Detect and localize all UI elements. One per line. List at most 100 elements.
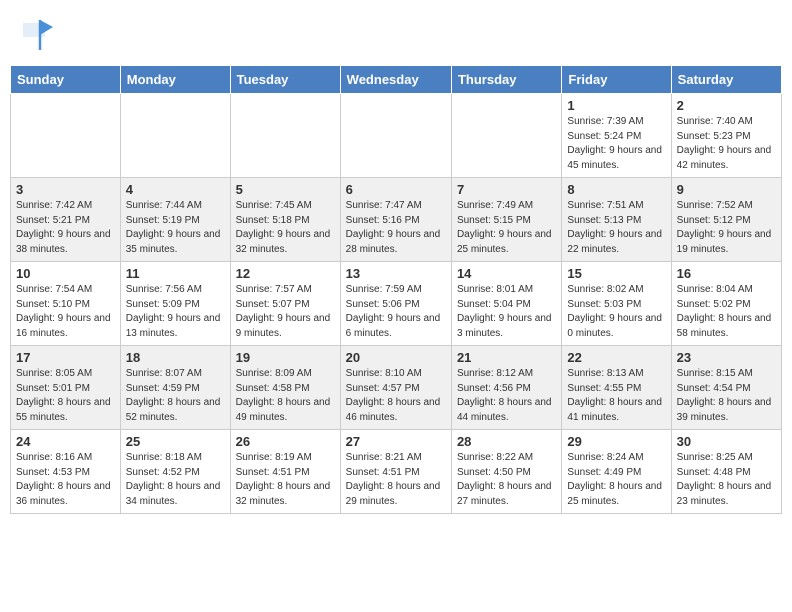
calendar-day-22: 22 Sunrise: 8:13 AM Sunset: 4:55 PM Dayli… — [562, 346, 671, 430]
day-info: Sunrise: 8:10 AM Sunset: 4:57 PM Dayligh… — [346, 367, 446, 425]
calendar-week-row: 17 Sunrise: 8:05 AM Sunset: 5:01 PM Dayli… — [11, 346, 782, 430]
calendar-empty-cell — [340, 94, 451, 178]
calendar-day-17: 17 Sunrise: 8:05 AM Sunset: 5:01 PM Dayli… — [11, 346, 121, 430]
calendar-day-2: 2 Sunrise: 7:40 AM Sunset: 5:23 PM Daylig… — [671, 94, 781, 178]
day-number: 7 — [457, 182, 556, 197]
day-number: 16 — [677, 266, 776, 281]
calendar-day-18: 18Sunrise: 8:07 AM Sunset: 4:59 PM Dayli… — [120, 346, 230, 430]
day-info: Sunrise: 7:40 AM Sunset: 5:23 PM Dayligh… — [677, 115, 776, 173]
day-info: Sunrise: 8:09 AM Sunset: 4:58 PM Dayligh… — [236, 367, 335, 425]
calendar-day-11: 11 Sunrise: 7:56 AM Sunset: 5:09 PM Dayli… — [120, 262, 230, 346]
calendar-day-8: 8Sunrise: 7:51 AM Sunset: 5:13 PM Daylig… — [562, 178, 671, 262]
day-info: Sunrise: 8:12 AM Sunset: 4:56 PM Dayligh… — [457, 367, 556, 425]
calendar-week-row: 1 Sunrise: 7:39 AM Sunset: 5:24 PM Daylig… — [11, 94, 782, 178]
day-number: 11 — [126, 266, 225, 281]
day-number: 4 — [126, 182, 225, 197]
day-number: 29 — [567, 434, 665, 449]
calendar-day-5: 5 Sunrise: 7:45 AM Sunset: 5:18 PM Daylig… — [230, 178, 340, 262]
day-info: Sunrise: 8:01 AM Sunset: 5:04 PM Dayligh… — [457, 283, 556, 341]
weekday-header-sunday: Sunday — [11, 66, 121, 94]
calendar-day-14: 14 Sunrise: 8:01 AM Sunset: 5:04 PM Dayli… — [451, 262, 561, 346]
day-number: 12 — [236, 266, 335, 281]
day-info: Sunrise: 8:22 AM Sunset: 4:50 PM Dayligh… — [457, 451, 556, 509]
day-info: Sunrise: 8:07 AM Sunset: 4:59 PM Dayligh… — [126, 367, 225, 425]
calendar-empty-cell — [11, 94, 121, 178]
calendar-day-28: 28 Sunrise: 8:22 AM Sunset: 4:50 PM Dayli… — [451, 430, 561, 514]
day-number: 5 — [236, 182, 335, 197]
calendar-day-9: 9 Sunrise: 7:52 AM Sunset: 5:12 PM Daylig… — [671, 178, 781, 262]
day-info: Sunrise: 7:42 AM Sunset: 5:21 PM Dayligh… — [16, 199, 115, 257]
calendar-day-23: 23 Sunrise: 8:15 AM Sunset: 4:54 PM Dayli… — [671, 346, 781, 430]
day-info: Sunrise: 8:25 AM Sunset: 4:48 PM Dayligh… — [677, 451, 776, 509]
day-number: 28 — [457, 434, 556, 449]
day-info: Sunrise: 7:51 AM Sunset: 5:13 PM Dayligh… — [567, 199, 665, 257]
day-number: 21 — [457, 350, 556, 365]
calendar-week-row: 10 Sunrise: 7:54 AM Sunset: 5:10 PM Dayli… — [11, 262, 782, 346]
calendar-day-13: 13Sunrise: 7:59 AM Sunset: 5:06 PM Dayli… — [340, 262, 451, 346]
day-number: 6 — [346, 182, 446, 197]
day-number: 23 — [677, 350, 776, 365]
day-number: 10 — [16, 266, 115, 281]
day-info: Sunrise: 8:15 AM Sunset: 4:54 PM Dayligh… — [677, 367, 776, 425]
calendar-day-10: 10 Sunrise: 7:54 AM Sunset: 5:10 PM Dayli… — [11, 262, 121, 346]
calendar-empty-cell — [451, 94, 561, 178]
day-info: Sunrise: 8:13 AM Sunset: 4:55 PM Dayligh… — [567, 367, 665, 425]
header — [10, 10, 782, 55]
calendar-day-6: 6 Sunrise: 7:47 AM Sunset: 5:16 PM Daylig… — [340, 178, 451, 262]
day-number: 19 — [236, 350, 335, 365]
day-info: Sunrise: 7:49 AM Sunset: 5:15 PM Dayligh… — [457, 199, 556, 257]
day-number: 24 — [16, 434, 115, 449]
day-info: Sunrise: 7:39 AM Sunset: 5:24 PM Dayligh… — [567, 115, 665, 173]
day-number: 3 — [16, 182, 115, 197]
calendar-day-26: 26Sunrise: 8:19 AM Sunset: 4:51 PM Dayli… — [230, 430, 340, 514]
day-info: Sunrise: 8:05 AM Sunset: 5:01 PM Dayligh… — [16, 367, 115, 425]
calendar-empty-cell — [230, 94, 340, 178]
day-info: Sunrise: 8:04 AM Sunset: 5:02 PM Dayligh… — [677, 283, 776, 341]
day-number: 9 — [677, 182, 776, 197]
day-number: 2 — [677, 98, 776, 113]
calendar-day-19: 19 Sunrise: 8:09 AM Sunset: 4:58 PM Dayli… — [230, 346, 340, 430]
day-number: 15 — [567, 266, 665, 281]
day-number: 27 — [346, 434, 446, 449]
day-info: Sunrise: 7:45 AM Sunset: 5:18 PM Dayligh… — [236, 199, 335, 257]
day-number: 22 — [567, 350, 665, 365]
day-info: Sunrise: 7:56 AM Sunset: 5:09 PM Dayligh… — [126, 283, 225, 341]
day-number: 20 — [346, 350, 446, 365]
calendar-day-1: 1 Sunrise: 7:39 AM Sunset: 5:24 PM Daylig… — [562, 94, 671, 178]
calendar-day-3: 3 Sunrise: 7:42 AM Sunset: 5:21 PM Daylig… — [11, 178, 121, 262]
day-number: 17 — [16, 350, 115, 365]
weekday-header-wednesday: Wednesday — [340, 66, 451, 94]
calendar-day-16: 16 Sunrise: 8:04 AM Sunset: 5:02 PM Dayli… — [671, 262, 781, 346]
calendar-day-27: 27 Sunrise: 8:21 AM Sunset: 4:51 PM Dayli… — [340, 430, 451, 514]
day-info: Sunrise: 8:18 AM Sunset: 4:52 PM Dayligh… — [126, 451, 225, 509]
day-info: Sunrise: 7:52 AM Sunset: 5:12 PM Dayligh… — [677, 199, 776, 257]
weekday-header-friday: Friday — [562, 66, 671, 94]
day-number: 1 — [567, 98, 665, 113]
day-info: Sunrise: 7:44 AM Sunset: 5:19 PM Dayligh… — [126, 199, 225, 257]
calendar-header-row: SundayMondayTuesdayWednesdayThursdayFrid… — [11, 66, 782, 94]
day-info: Sunrise: 7:54 AM Sunset: 5:10 PM Dayligh… — [16, 283, 115, 341]
calendar-day-30: 30 Sunrise: 8:25 AM Sunset: 4:48 PM Dayli… — [671, 430, 781, 514]
day-info: Sunrise: 8:24 AM Sunset: 4:49 PM Dayligh… — [567, 451, 665, 509]
calendar-day-25: 25 Sunrise: 8:18 AM Sunset: 4:52 PM Dayli… — [120, 430, 230, 514]
calendar-day-15: 15Sunrise: 8:02 AM Sunset: 5:03 PM Dayli… — [562, 262, 671, 346]
day-number: 25 — [126, 434, 225, 449]
day-info: Sunrise: 8:21 AM Sunset: 4:51 PM Dayligh… — [346, 451, 446, 509]
calendar-week-row: 3 Sunrise: 7:42 AM Sunset: 5:21 PM Daylig… — [11, 178, 782, 262]
calendar-day-7: 7 Sunrise: 7:49 AM Sunset: 5:15 PM Daylig… — [451, 178, 561, 262]
day-info: Sunrise: 7:47 AM Sunset: 5:16 PM Dayligh… — [346, 199, 446, 257]
day-info: Sunrise: 7:57 AM Sunset: 5:07 PM Dayligh… — [236, 283, 335, 341]
day-number: 14 — [457, 266, 556, 281]
day-number: 30 — [677, 434, 776, 449]
weekday-header-monday: Monday — [120, 66, 230, 94]
calendar: SundayMondayTuesdayWednesdayThursdayFrid… — [10, 65, 782, 514]
calendar-day-21: 21 Sunrise: 8:12 AM Sunset: 4:56 PM Dayli… — [451, 346, 561, 430]
logo-icon — [15, 15, 55, 55]
day-number: 26 — [236, 434, 335, 449]
weekday-header-thursday: Thursday — [451, 66, 561, 94]
day-number: 13 — [346, 266, 446, 281]
calendar-day-12: 12 Sunrise: 7:57 AM Sunset: 5:07 PM Dayli… — [230, 262, 340, 346]
calendar-day-4: 4 Sunrise: 7:44 AM Sunset: 5:19 PM Daylig… — [120, 178, 230, 262]
calendar-day-20: 20 Sunrise: 8:10 AM Sunset: 4:57 PM Dayli… — [340, 346, 451, 430]
calendar-day-29: 29 Sunrise: 8:24 AM Sunset: 4:49 PM Dayli… — [562, 430, 671, 514]
